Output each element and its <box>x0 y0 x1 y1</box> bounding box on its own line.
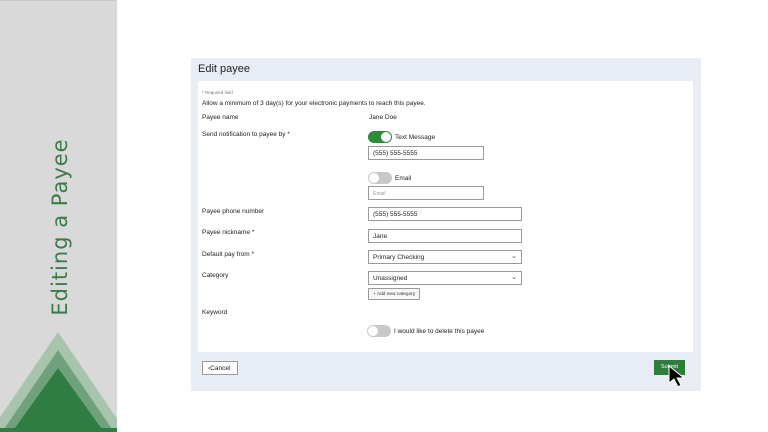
add-category-button[interactable]: + Add new category <box>368 288 421 300</box>
phone-label: Payee phone number <box>202 208 265 215</box>
pay-from-select[interactable]: Primary Checking ⌄ <box>368 250 522 264</box>
category-value: Unassigned <box>373 275 408 282</box>
sidebar: Editing a Payee <box>0 0 117 432</box>
pay-from-value: Primary Checking <box>373 254 425 261</box>
text-message-input[interactable]: (555) 555-5555 <box>368 146 484 160</box>
delete-payee-label: I would like to delete this payee <box>394 328 485 335</box>
cancel-label: Cancel <box>210 365 231 372</box>
cancel-button[interactable]: ‹Cancel <box>202 361 238 375</box>
delete-payee-toggle[interactable] <box>367 325 391 337</box>
toggle-knob <box>368 326 378 336</box>
phone-input[interactable]: (555) 555-5555 <box>368 207 522 221</box>
slide: Editing a Payee Edit payee * Required fi… <box>0 0 768 432</box>
text-message-toggle[interactable] <box>368 131 392 143</box>
payee-name-value: Jane Doe <box>369 114 397 121</box>
text-message-label: Text Message <box>395 134 436 141</box>
mouse-pointer-icon <box>668 364 686 388</box>
toggle-knob <box>381 132 391 142</box>
nickname-label: Payee nickname * <box>202 229 255 236</box>
sidebar-title: Editing a Payee <box>48 138 72 316</box>
chevron-down-icon: ⌄ <box>511 274 517 281</box>
pay-from-label: Default pay from * <box>202 251 255 258</box>
chevron-down-icon: ⌄ <box>511 253 517 260</box>
notification-label: Send notification to payee by * <box>202 131 290 138</box>
form-card: * Required field Allow a minimum of 3 da… <box>198 81 693 375</box>
toggle-knob <box>369 173 379 183</box>
triangle-base <box>0 428 117 432</box>
required-note: * Required field <box>202 90 233 95</box>
keyword-label: Keyword <box>202 309 228 316</box>
email-toggle[interactable] <box>368 172 392 184</box>
edit-payee-dialog: Edit payee * Required field Allow a mini… <box>191 58 701 391</box>
payee-name-label: Payee name <box>202 114 239 121</box>
decorative-triangles <box>0 332 117 432</box>
nickname-input[interactable]: Jane <box>368 229 522 243</box>
email-label: Email <box>395 175 412 182</box>
allow-note: Allow a minimum of 3 day(s) for your ele… <box>202 100 426 107</box>
dialog-title: Edit payee <box>198 63 250 75</box>
category-select[interactable]: Unassigned ⌄ <box>368 271 522 285</box>
category-label: Category <box>202 272 229 279</box>
email-input[interactable]: Email <box>368 186 484 200</box>
